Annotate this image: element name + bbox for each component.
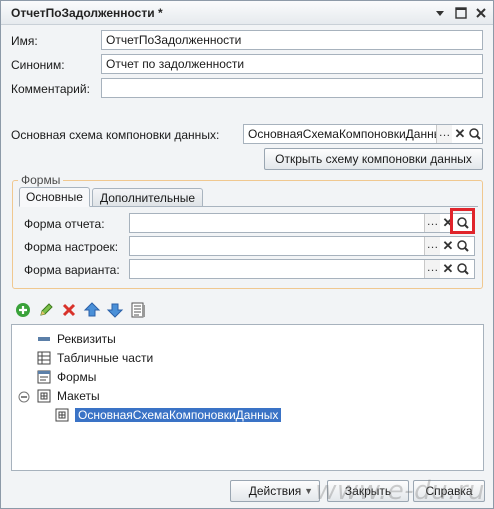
tree-node-label-selected: ОсновнаяСхемаКомпоновкиДанных <box>75 408 282 422</box>
collapse-icon[interactable] <box>18 390 30 403</box>
comment-field[interactable] <box>101 78 483 98</box>
forms-group-title: Формы <box>18 173 64 187</box>
add-icon[interactable] <box>14 301 32 319</box>
attribute-icon <box>37 332 51 346</box>
synonym-field[interactable]: Отчет по задолженности <box>101 54 483 74</box>
tree-node-label: Формы <box>57 370 97 384</box>
settings-form-label: Форма настроек: <box>24 240 119 254</box>
table-icon <box>37 351 51 365</box>
template-icon <box>55 408 69 422</box>
variant-form-select-button[interactable]: … <box>424 260 440 278</box>
tree-node-attributes[interactable]: Реквизиты <box>37 330 116 348</box>
report-form-select-button[interactable]: … <box>424 214 440 232</box>
tree-node-forms[interactable]: Формы <box>37 368 96 386</box>
settings-form-search-icon[interactable] <box>455 237 471 255</box>
watermark-text: www.e-du.ru <box>315 476 485 506</box>
variant-form-clear-icon[interactable]: ✕ <box>441 260 455 278</box>
list-properties-icon[interactable] <box>129 301 147 319</box>
chevron-down-icon: ▼ <box>304 486 313 496</box>
dcs-clear-icon[interactable]: ✕ <box>453 125 467 143</box>
delete-icon[interactable] <box>60 301 78 319</box>
move-down-icon[interactable] <box>106 301 124 319</box>
move-up-icon[interactable] <box>83 301 101 319</box>
tree-node-templates[interactable]: Макеты <box>18 387 100 405</box>
report-form-label: Форма отчета: <box>24 217 105 231</box>
comment-label: Комментарий: <box>11 82 90 96</box>
form-icon <box>37 370 51 384</box>
edit-icon[interactable] <box>37 301 55 319</box>
dcs-label: Основная схема компоновки данных: <box>11 128 220 142</box>
settings-form-clear-icon[interactable]: ✕ <box>441 237 455 255</box>
dcs-select-button[interactable]: … <box>436 125 452 143</box>
name-field[interactable]: ОтчетПоЗадолженности <box>101 30 483 50</box>
tree-node-label: Реквизиты <box>57 332 116 346</box>
tree-node-label: Макеты <box>57 389 100 403</box>
highlight-frame <box>450 208 475 234</box>
maximize-icon[interactable] <box>453 5 469 21</box>
close-icon[interactable] <box>473 5 489 21</box>
tree-node-label: Табличные части <box>57 351 154 365</box>
tab-additional[interactable]: Дополнительные <box>92 188 203 206</box>
window-menu-icon[interactable] <box>432 5 448 21</box>
actions-button[interactable]: Действия ▼ <box>230 480 320 502</box>
open-dcs-button[interactable]: Открыть схему компоновки данных <box>264 148 483 170</box>
metadata-tree[interactable]: Реквизиты Табличные части Формы Макеты О… <box>11 324 484 471</box>
name-label: Имя: <box>11 34 38 48</box>
variant-form-label: Форма варианта: <box>24 263 120 277</box>
window-title: ОтчетПоЗадолженности * <box>11 6 163 20</box>
dcs-value: ОсновнаяСхемаКомпоновкиДанных <box>248 127 449 141</box>
tree-node-tabular-sections[interactable]: Табличные части <box>37 349 153 367</box>
actions-button-label: Действия <box>248 484 302 498</box>
tree-node-main-dcs[interactable]: ОсновнаяСхемаКомпоновкиДанных <box>55 406 282 424</box>
tab-main[interactable]: Основные <box>19 187 90 207</box>
template-icon <box>37 389 51 403</box>
title-bar[interactable]: ОтчетПоЗадолженности * <box>1 1 493 25</box>
dcs-search-icon[interactable] <box>467 125 483 143</box>
report-editor-window: ОтчетПоЗадолженности * Имя: ОтчетПоЗадол… <box>0 0 494 509</box>
synonym-label: Синоним: <box>11 58 65 72</box>
settings-form-select-button[interactable]: … <box>424 237 440 255</box>
variant-form-search-icon[interactable] <box>455 260 471 278</box>
